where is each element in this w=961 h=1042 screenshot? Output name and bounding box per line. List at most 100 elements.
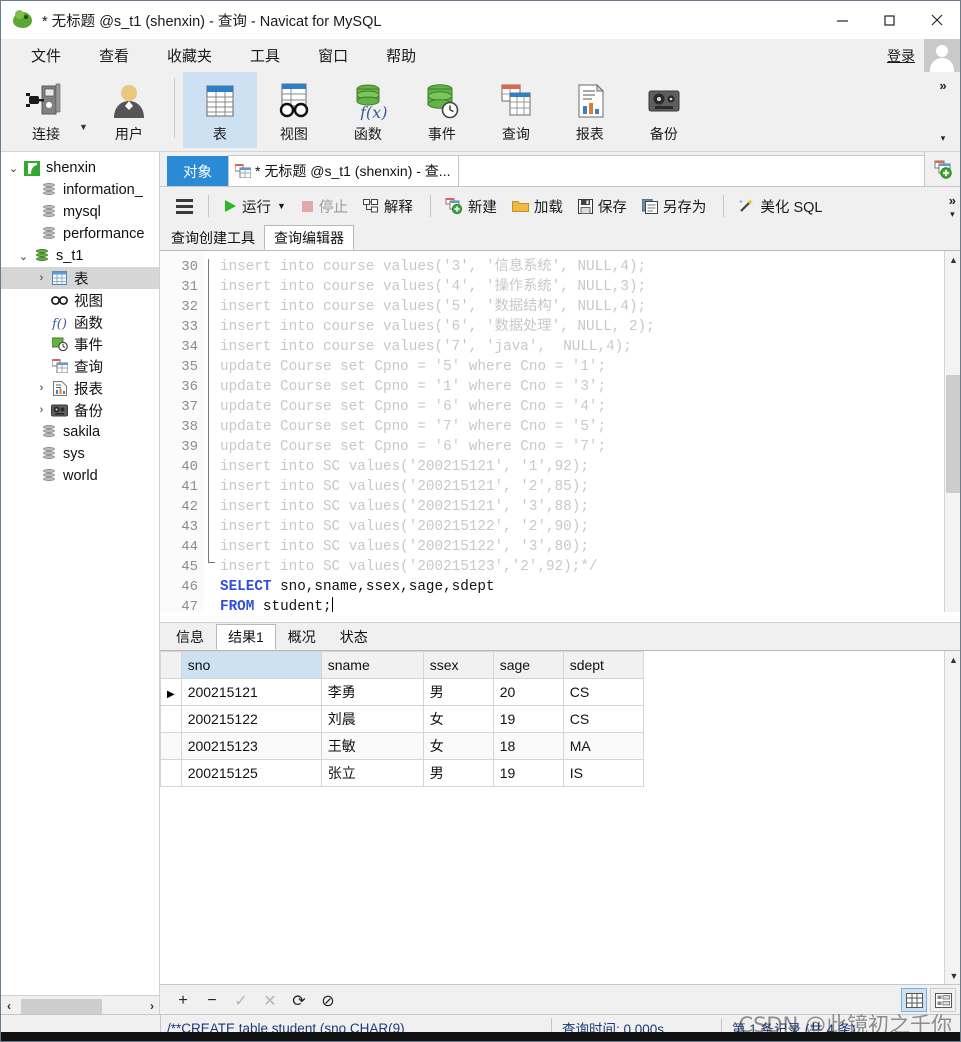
menu-item-tools[interactable]: 工具 [236,42,294,69]
twisty-icon[interactable]: › [33,382,50,394]
tab-status[interactable]: 状态 [328,624,380,650]
cell-sname[interactable]: 李勇 [320,678,424,706]
cell-ssex[interactable]: 男 [422,759,494,787]
scroll-up-icon[interactable]: ▲ [945,251,960,268]
beautify-sql-button[interactable]: 美化 SQL [732,193,828,220]
sidebar-item-functions[interactable]: f() 函数 [1,311,159,333]
cell-sname[interactable]: 刘晨 [320,705,424,733]
toolbar-button-backup[interactable]: 备份 [627,72,701,148]
sidebar-item-events[interactable]: 事件 [1,333,159,355]
column-header-sage[interactable]: sage [492,651,564,679]
toolbar-overflow-down-icon[interactable]: ▾ [941,133,946,144]
run-dropdown-caret-icon[interactable]: ▼ [277,201,286,211]
refresh-button[interactable]: ⟳ [286,989,312,1013]
table-row[interactable]: 200215123 王敏 女 18 MA [160,732,644,760]
toolbar-button-table[interactable]: 表 [182,72,257,148]
scrollbar-thumb[interactable] [946,375,960,493]
form-view-button[interactable] [930,988,956,1012]
tree-node-mysql[interactable]: mysql [1,201,159,223]
sql-code-content[interactable]: insert into course values('3', '信息系统', N… [216,251,960,622]
cell-ssex[interactable]: 女 [422,732,494,760]
tab-profile[interactable]: 概况 [276,624,328,650]
sidebar-item-tables[interactable]: › 表 [1,267,159,289]
scroll-up-icon[interactable]: ▲ [945,651,960,668]
tab-query-builder[interactable]: 查询创建工具 [162,225,264,250]
tab-query-editor[interactable]: 查询编辑器 [264,225,354,250]
save-button[interactable]: 保存 [572,193,633,220]
login-link[interactable]: 登录 [887,46,915,66]
stop-loading-button[interactable]: ⊘ [315,989,341,1013]
toolbar-button-user[interactable]: 用户 [92,72,166,148]
grid-view-button[interactable] [901,988,927,1012]
toolbar-button-function[interactable]: f(x) 函数 [331,72,405,148]
cell-sname[interactable]: 张立 [320,759,424,787]
twisty-icon[interactable]: ⌄ [5,162,22,175]
cell-sno[interactable]: 200215125 [180,759,322,787]
cell-ssex[interactable]: 男 [422,678,494,706]
avatar[interactable] [924,39,960,72]
close-button[interactable] [913,1,960,39]
tree-node-information-schema[interactable]: information_ [1,179,159,201]
result-grid[interactable]: sno sname ssex sage sdept ▶ 200215121 李勇… [160,651,944,984]
scroll-right-icon[interactable]: › [144,999,159,1013]
cancel-changes-button[interactable]: ✕ [257,989,283,1013]
new-tab-button[interactable] [924,152,960,186]
stop-button[interactable]: 停止 [295,193,354,220]
tree-node-shenxin[interactable]: ⌄ shenxin [1,157,159,179]
cell-sage[interactable]: 19 [492,705,564,733]
column-header-sname[interactable]: sname [320,651,424,679]
scrollbar-track[interactable] [17,998,144,1014]
sidebar-horizontal-scrollbar[interactable]: ‹ › [1,995,159,1016]
cell-sage[interactable]: 19 [492,759,564,787]
toolbar-button-query[interactable]: 查询 [479,72,553,148]
tab-messages[interactable]: 信息 [164,624,216,650]
toolbar-overflow-chevron-icon[interactable]: » [939,78,946,93]
cell-sno[interactable]: 200215123 [180,732,322,760]
cell-sno[interactable]: 200215122 [180,705,322,733]
tree-node-sakila[interactable]: sakila [1,421,159,443]
tree-node-world[interactable]: world [1,465,159,487]
editor-vertical-scrollbar[interactable]: ▲ ▼ [944,251,960,622]
grid-vertical-scrollbar[interactable]: ▲ ▼ [944,651,960,984]
tree-node-s-t1[interactable]: ⌄ s_t1 [1,245,159,267]
menu-item-window[interactable]: 窗口 [304,42,362,69]
sidebar-item-reports[interactable]: › 报表 [1,377,159,399]
sql-editor[interactable]: 30 31 32 33 34 35 36 37 38 39 40 41 42 4… [160,251,960,623]
sidebar-item-backups[interactable]: › 备份 [1,399,159,421]
cell-sdept[interactable]: CS [562,678,644,706]
twisty-icon[interactable]: › [33,272,50,284]
menu-item-view[interactable]: 查看 [85,42,143,69]
tree-node-performance-schema[interactable]: performance [1,223,159,245]
new-button[interactable]: 新建 [439,193,503,220]
table-row[interactable]: 200215122 刘晨 女 19 CS [160,705,644,733]
tab-query[interactable]: * 无标题 @s_t1 (shenxin) - 查... [228,155,460,186]
query-overflow-down-icon[interactable]: ▾ [950,209,955,220]
toolbar-button-event[interactable]: 事件 [405,72,479,148]
add-record-button[interactable]: + [170,989,196,1013]
code-folding-bar[interactable] [204,251,216,622]
tab-objects[interactable]: 对象 [167,156,228,186]
maximize-button[interactable] [866,1,913,39]
table-row[interactable]: 200215125 张立 男 19 IS [160,759,644,787]
column-header-sno[interactable]: sno [180,651,322,679]
scroll-down-icon[interactable]: ▼ [945,967,960,984]
tab-result1[interactable]: 结果1 [216,624,276,650]
table-row[interactable]: ▶ 200215121 李勇 男 20 CS [160,678,644,706]
query-overflow-chevron-icon[interactable]: » [949,193,956,208]
minimize-button[interactable] [819,1,866,39]
menu-item-file[interactable]: 文件 [17,42,75,69]
toolbar-button-connection[interactable]: 连接 [9,72,83,148]
delete-record-button[interactable]: − [199,989,225,1013]
cell-sdept[interactable]: MA [562,732,644,760]
column-header-sdept[interactable]: sdept [562,651,644,679]
cell-sname[interactable]: 王敏 [320,732,424,760]
sidebar-item-views[interactable]: 视图 [1,289,159,311]
cell-sage[interactable]: 20 [492,678,564,706]
explain-button[interactable]: 解释 [357,193,419,220]
menu-item-help[interactable]: 帮助 [372,42,430,69]
cell-ssex[interactable]: 女 [422,705,494,733]
scroll-left-icon[interactable]: ‹ [1,999,17,1013]
toolbar-button-report[interactable]: 报表 [553,72,627,148]
apply-changes-button[interactable]: ✓ [228,989,254,1013]
twisty-icon[interactable]: ⌄ [15,250,32,263]
